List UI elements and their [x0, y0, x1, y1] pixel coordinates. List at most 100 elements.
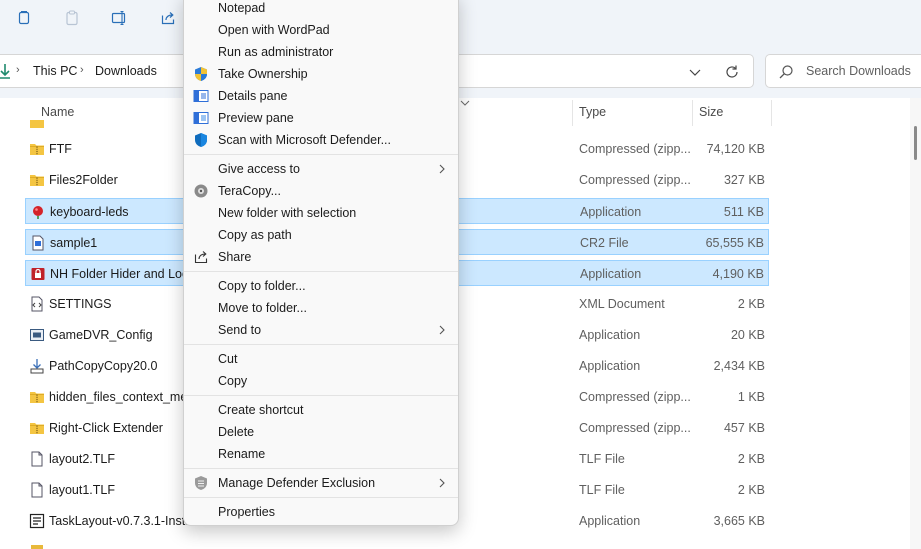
- file-name: FTF: [49, 142, 72, 156]
- menu-item-properties[interactable]: Properties: [188, 501, 454, 523]
- file-type: Application: [580, 205, 642, 219]
- menu-separator: [184, 154, 458, 155]
- file-size: 3,665 KB: [713, 514, 765, 528]
- file-type: Compressed (zipp...: [579, 142, 691, 156]
- file-type: TLF File: [579, 483, 625, 497]
- rename-button[interactable]: [108, 6, 132, 30]
- chevron-right-icon: [439, 478, 445, 488]
- menu-separator: [184, 271, 458, 272]
- search-input[interactable]: [806, 63, 918, 79]
- defender-exclusion-icon: [193, 475, 209, 491]
- file-type: Application: [580, 267, 642, 281]
- menu-item-new-folder-with-selection[interactable]: New folder with selection: [188, 202, 454, 224]
- share-icon: [161, 12, 175, 25]
- breadcrumb-this-pc[interactable]: This PC: [33, 64, 77, 78]
- file-icon: [31, 545, 43, 549]
- menu-item-label: Notepad: [218, 1, 266, 15]
- breadcrumb-separator: ›: [80, 64, 84, 76]
- file-name: TaskLayout-v0.7.3.1-Insta: [49, 514, 193, 528]
- file-type: Compressed (zipp...: [579, 173, 691, 187]
- menu-separator: [184, 468, 458, 469]
- chevron-right-icon: [439, 164, 445, 174]
- file-type: Compressed (zipp...: [579, 390, 691, 404]
- navigation-bar: › This PC › Downloads: [0, 44, 921, 98]
- menu-item-manage-defender-exclusion[interactable]: Manage Defender Exclusion: [188, 472, 454, 494]
- menu-item-open-with-wordpad[interactable]: Open with WordPad: [188, 19, 454, 41]
- menu-item-delete[interactable]: Delete: [188, 421, 454, 443]
- menu-item-take-ownership[interactable]: Take Ownership: [188, 63, 454, 85]
- menu-item-label: Scan with Microsoft Defender...: [218, 133, 391, 147]
- zip-folder-icon: [30, 120, 44, 128]
- menu-item-label: TeraCopy...: [218, 184, 281, 198]
- application-icon: [30, 266, 46, 282]
- copy-icon: [18, 11, 30, 25]
- menu-item-label: Run as administrator: [218, 45, 334, 59]
- menu-item-label: New folder with selection: [218, 206, 357, 220]
- menu-item-label: Copy to folder...: [218, 279, 306, 293]
- breadcrumb-separator: ›: [16, 64, 20, 76]
- scrollbar-thumb[interactable]: [914, 126, 917, 160]
- defender-icon: [193, 132, 209, 148]
- file-type: CR2 File: [580, 236, 629, 250]
- file-name: PathCopyCopy20.0: [49, 359, 158, 373]
- column-header-name[interactable]: Name: [41, 105, 74, 119]
- breadcrumb-downloads[interactable]: Downloads: [95, 64, 157, 78]
- column-divider[interactable]: [771, 100, 772, 126]
- installer-icon: [29, 358, 45, 374]
- download-arrow-icon: [0, 64, 10, 79]
- menu-item-move-to-folder[interactable]: Move to folder...: [188, 297, 454, 319]
- file-name: NH Folder Hider and Lock: [50, 267, 195, 281]
- menu-item-label: Manage Defender Exclusion: [218, 476, 376, 490]
- menu-item-label: Properties: [218, 505, 275, 519]
- cr2-file-icon: [30, 235, 46, 251]
- menu-item-preview-pane[interactable]: Preview pane: [188, 107, 454, 129]
- file-size: 2 KB: [737, 297, 765, 311]
- menu-item-label: Give access to: [218, 162, 300, 176]
- menu-item-copy-to-folder[interactable]: Copy to folder...: [188, 275, 454, 297]
- copy-button[interactable]: [12, 6, 36, 30]
- file-name: layout2.TLF: [49, 452, 116, 466]
- details-pane-icon: [193, 88, 209, 104]
- file-size: 457 KB: [723, 421, 765, 435]
- file-name: SETTINGS: [49, 297, 112, 311]
- menu-item-details-pane[interactable]: Details pane: [188, 85, 454, 107]
- menu-item-label: Cut: [218, 352, 238, 366]
- table-row-partial[interactable]: [25, 544, 769, 549]
- zip-folder-icon: [29, 172, 45, 188]
- menu-item-copy[interactable]: Copy: [188, 370, 454, 392]
- refresh-icon[interactable]: [724, 64, 740, 80]
- chevron-right-icon: [439, 325, 445, 335]
- paste-button[interactable]: [60, 6, 84, 30]
- file-type: TLF File: [579, 452, 625, 466]
- menu-item-cut[interactable]: Cut: [188, 348, 454, 370]
- share-icon: [193, 249, 209, 265]
- vertical-scrollbar[interactable]: [910, 98, 921, 549]
- menu-item-create-shortcut[interactable]: Create shortcut: [188, 399, 454, 421]
- file-size: 511 KB: [723, 205, 764, 219]
- menu-item-teracopy[interactable]: TeraCopy...: [188, 180, 454, 202]
- menu-item-copy-as-path[interactable]: Copy as path: [188, 224, 454, 246]
- menu-item-label: Copy as path: [218, 228, 292, 242]
- menu-item-label: Create shortcut: [218, 403, 304, 417]
- zip-folder-icon: [29, 420, 45, 436]
- search-box[interactable]: [765, 54, 921, 88]
- share-button[interactable]: [156, 6, 180, 30]
- menu-item-label: Preview pane: [218, 111, 294, 125]
- menu-item-label: Rename: [218, 447, 266, 461]
- xml-file-icon: [29, 296, 45, 312]
- menu-item-share[interactable]: Share: [188, 246, 454, 268]
- menu-item-notepad[interactable]: Notepad: [188, 0, 454, 19]
- column-header-size[interactable]: Size: [699, 105, 723, 119]
- column-header-type[interactable]: Type: [579, 105, 606, 119]
- menu-item-label: Send to: [218, 323, 262, 337]
- menu-item-run-as-administrator[interactable]: Run as administrator: [188, 41, 454, 63]
- menu-item-label: Copy: [218, 374, 248, 388]
- zip-folder-icon: [29, 141, 45, 157]
- menu-item-scan-with-microsoft-defender[interactable]: Scan with Microsoft Defender...: [188, 129, 454, 151]
- chevron-down-icon[interactable]: [688, 66, 702, 78]
- menu-item-send-to[interactable]: Send to: [188, 319, 454, 341]
- menu-separator: [184, 395, 458, 396]
- command-bar: [0, 0, 921, 44]
- menu-item-rename[interactable]: Rename: [188, 443, 454, 465]
- menu-item-give-access-to[interactable]: Give access to: [188, 158, 454, 180]
